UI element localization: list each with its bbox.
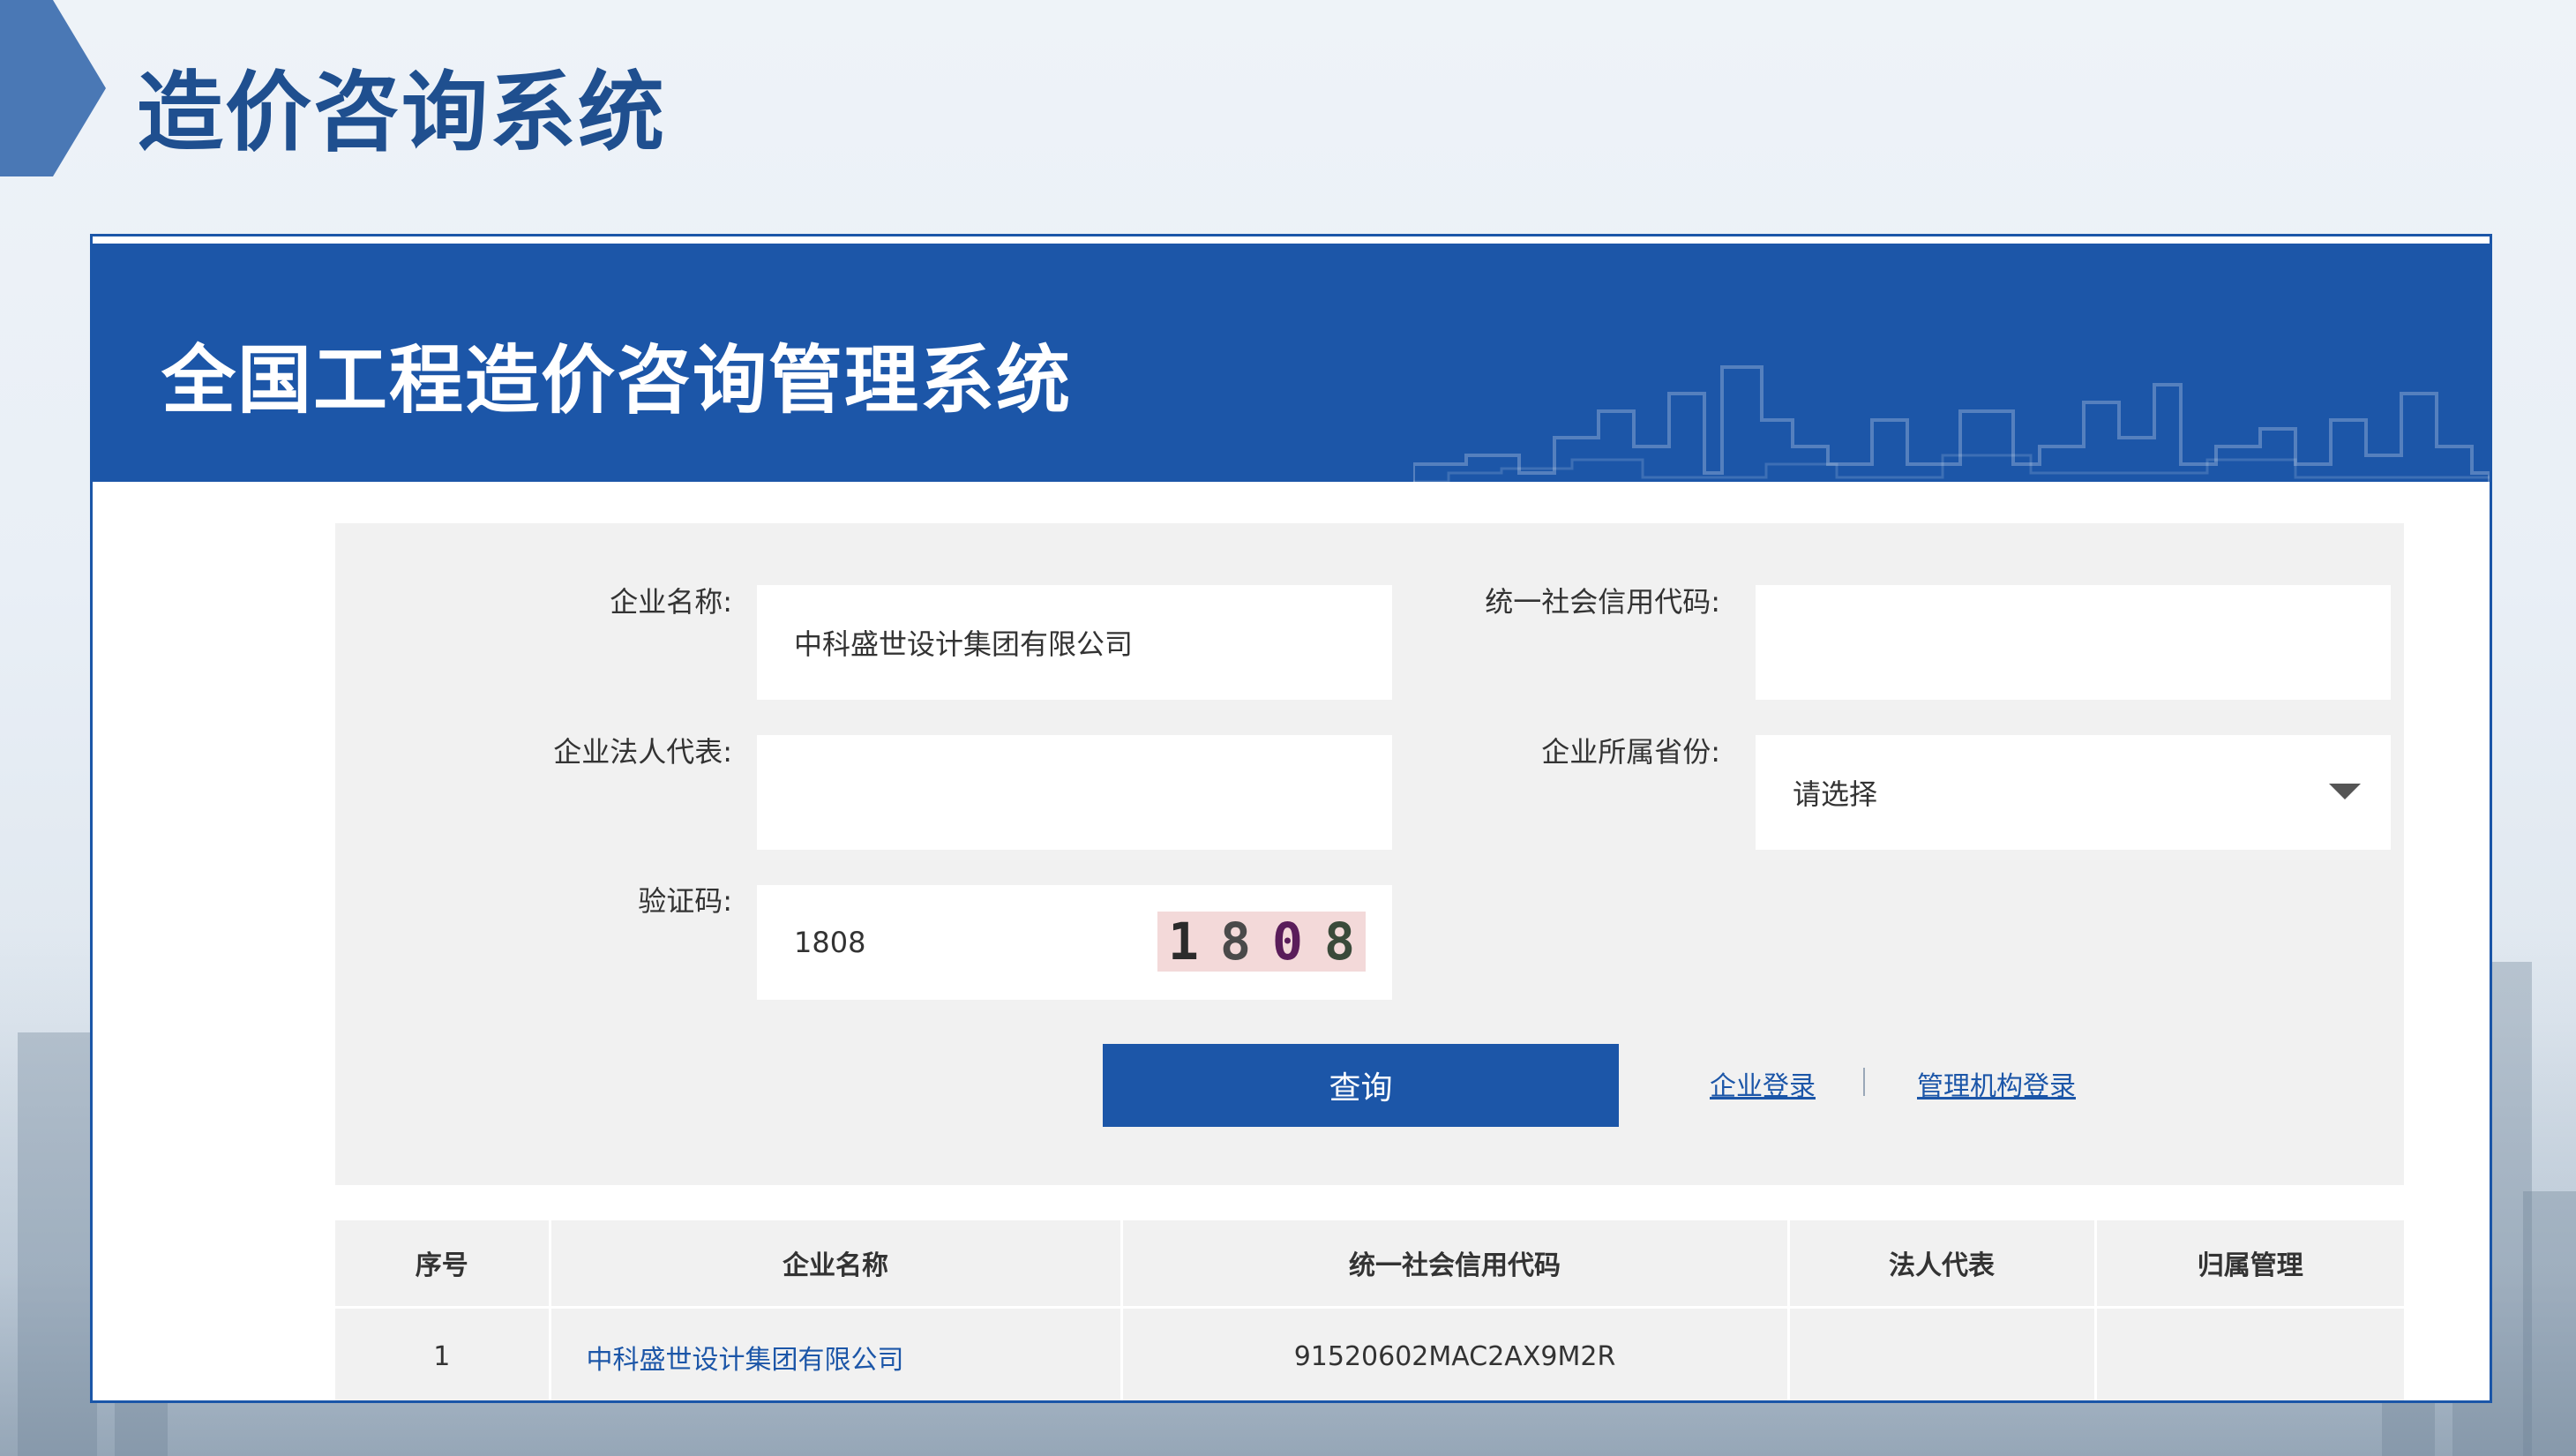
results-table: 序号 企业名称 统一社会信用代码 法人代表 归属管理 1 中科盛世设计集团有限公… [335, 1220, 2404, 1400]
province-label: 企业所属省份: [1541, 735, 1720, 769]
link-separator [1863, 1068, 1865, 1096]
system-window: 全国工程造价咨询管理系统 企业名称: 中科盛世设计集团有限公司 统一社会信用代码… [90, 234, 2492, 1403]
col-header-management: 归属管理 [2095, 1220, 2404, 1309]
cell-legal-rep [1788, 1307, 2097, 1400]
cell-index: 1 [335, 1307, 551, 1400]
system-banner: 全国工程造价咨询管理系统 [93, 244, 2490, 482]
credit-code-input[interactable] [1756, 585, 2391, 700]
company-login-link[interactable]: 企业登录 [1710, 1064, 1816, 1103]
captcha-input[interactable]: 1808 1 8 0 8 [757, 885, 1392, 1000]
query-button[interactable]: 查询 [1103, 1044, 1619, 1127]
agency-login-link[interactable]: 管理机构登录 [1917, 1064, 2076, 1103]
col-header-index: 序号 [335, 1220, 551, 1309]
captcha-digit: 8 [1220, 912, 1251, 972]
table-row[interactable]: 1 中科盛世设计集团有限公司 91520602MAC2AX9M2R [335, 1307, 2404, 1400]
company-name-value: 中科盛世设计集团有限公司 [794, 627, 1134, 661]
captcha-label: 验证码: [638, 884, 732, 918]
captcha-digit: 1 [1168, 912, 1199, 972]
slide-arrow-icon [0, 0, 106, 176]
company-name-label: 企业名称: [610, 585, 732, 619]
legal-rep-label: 企业法人代表: [553, 735, 732, 769]
cell-company-name-link[interactable]: 中科盛世设计集团有限公司 [550, 1307, 1123, 1400]
captcha-image[interactable]: 1 8 0 8 [1157, 912, 1366, 972]
province-select[interactable]: 请选择 [1756, 735, 2391, 850]
province-selected-value: 请选择 [1793, 777, 1878, 811]
col-header-credit-code: 统一社会信用代码 [1121, 1220, 1790, 1309]
system-title: 全国工程造价咨询管理系统 [161, 336, 1073, 424]
chevron-down-icon [2329, 784, 2361, 799]
col-header-legal-rep: 法人代表 [1788, 1220, 2097, 1309]
credit-code-label: 统一社会信用代码: [1485, 585, 1720, 619]
captcha-input-value: 1808 [794, 926, 866, 959]
captcha-digit: 0 [1272, 912, 1303, 972]
col-header-company-name: 企业名称 [550, 1220, 1123, 1309]
cell-management [2095, 1307, 2404, 1400]
slide-title: 造价咨询系统 [137, 63, 667, 163]
table-header-row: 序号 企业名称 统一社会信用代码 法人代表 归属管理 [335, 1220, 2404, 1309]
skyline-decoration [1413, 365, 2490, 482]
captcha-digit: 8 [1324, 912, 1355, 972]
cell-credit-code: 91520602MAC2AX9M2R [1121, 1307, 1790, 1400]
